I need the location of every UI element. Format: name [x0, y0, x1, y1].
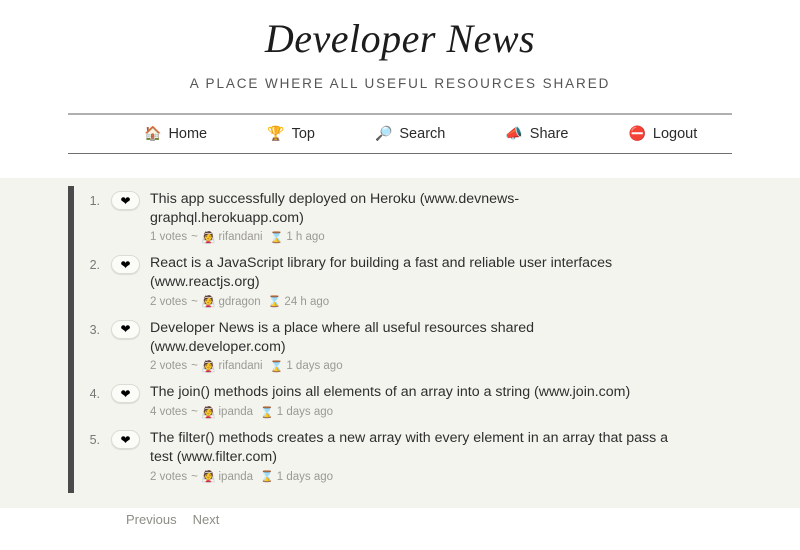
meta-separator: ~ [191, 406, 198, 419]
item-body: This app successfully deployed on Heroku… [148, 190, 748, 243]
heart-icon: ❤ [120, 432, 131, 447]
site-header: Developer News A place where all useful … [0, 0, 800, 91]
timestamp: 1 days ago [286, 360, 343, 373]
item-body: The filter() methods creates a new array… [148, 429, 748, 482]
news-list-item: 3. ❤ Developer News is a place where all u… [74, 319, 748, 383]
nav-item-label: Home [168, 126, 208, 142]
nav-item-label: Search [399, 126, 446, 142]
item-index: 3. [89, 322, 100, 337]
page-title: Developer News [264, 16, 536, 61]
item-index: 4. [89, 387, 100, 402]
next-page-link[interactable]: Next [193, 512, 220, 527]
upvote-button[interactable]: ❤ [111, 430, 140, 450]
upvote-button[interactable]: ❤ [111, 384, 140, 404]
person-icon: 👰 [201, 470, 216, 484]
upvote-button[interactable]: ❤ [111, 191, 140, 210]
item-title-link[interactable]: React is a JavaScript library for buildi… [150, 254, 670, 291]
meta-separator: ~ [191, 295, 198, 308]
item-title-link[interactable]: Developer News is a place where all usef… [150, 319, 670, 356]
previous-page-link[interactable]: Previous [126, 512, 177, 527]
author-link[interactable]: gdragon [219, 296, 261, 308]
vote-count: 4 votes [150, 406, 188, 419]
meta-separator: ~ [191, 360, 198, 373]
item-body: The join() methods joins all elements of… [148, 383, 748, 418]
nav-item-label: Top [291, 126, 315, 142]
item-meta: 2 votes ~ 👰 rifandani ⌛ 1 days ago [150, 360, 748, 372]
nav-item-search[interactable]: 🔎 Search [375, 126, 445, 142]
nav-item-label: Logout [652, 126, 698, 142]
item-index: 1. [89, 194, 100, 208]
person-icon: 👰 [201, 295, 216, 309]
item-meta: 2 votes ~ 👰 gdragon ⌛ 24 h ago [150, 296, 748, 308]
heart-icon: ❤ [120, 257, 131, 272]
item-meta: 1 votes ~ 👰 rifandani ⌛ 1 h ago [150, 231, 748, 243]
item-body: React is a JavaScript library for buildi… [148, 254, 748, 307]
upvote-button[interactable]: ❤ [111, 319, 140, 339]
heart-icon: ❤ [120, 193, 131, 208]
timestamp: 24 h ago [284, 295, 330, 308]
person-icon: 👰 [201, 405, 216, 419]
item-meta: 4 votes ~ 👰 ipanda ⌛ 1 days ago [150, 406, 748, 418]
author-link[interactable]: rifandani [219, 231, 263, 243]
nav-item-share[interactable]: 📣 Share [505, 126, 568, 142]
hourglass-icon: ⌛ [269, 359, 284, 373]
person-icon: 👰 [201, 359, 216, 373]
megaphone-icon: 📣 [505, 126, 523, 142]
item-body: Developer News is a place where all usef… [148, 319, 748, 372]
nav-item-label: Share [529, 126, 569, 142]
item-index: 5. [89, 433, 100, 448]
trophy-icon: 🏆 [267, 126, 285, 142]
hourglass-icon: ⌛ [260, 405, 274, 419]
house-icon: 🏠 [144, 126, 162, 142]
item-meta: 2 votes ~ 👰 ipanda ⌛ 1 days ago [150, 471, 748, 483]
vote-count: 2 votes [150, 360, 188, 373]
news-list-item: 4. ❤ The join() methods joins all elements… [74, 383, 748, 429]
news-list: 1. ❤ This app successfully deployed on Her… [74, 186, 748, 494]
vote-count: 2 votes [150, 470, 188, 483]
hourglass-icon: ⌛ [260, 470, 274, 484]
news-list-item: 5. ❤ The filter() methods creates a new ar… [74, 429, 748, 493]
page-subtitle: A place where all useful resources share… [189, 76, 611, 91]
nav-item-logout[interactable]: ⛔ Logout [628, 126, 697, 142]
content-band: 1. ❤ This app successfully deployed on Her… [0, 178, 800, 527]
main-navigation: 🏠 Home 🏆 Top 🔎 Search 📣 Share ⛔ Logout [68, 113, 732, 154]
author-link[interactable]: ipanda [219, 471, 254, 483]
news-list-item: 1. ❤ This app successfully deployed on Her… [74, 190, 748, 254]
no-entry-icon: ⛔ [628, 126, 646, 142]
item-index: 2. [89, 258, 100, 273]
timestamp: 1 days ago [276, 470, 334, 483]
meta-separator: ~ [191, 470, 198, 483]
upvote-button[interactable]: ❤ [111, 255, 140, 275]
vote-count: 1 votes [150, 231, 188, 244]
vote-count: 2 votes [150, 295, 188, 308]
timestamp: 1 h ago [286, 231, 325, 244]
heart-icon: ❤ [120, 322, 131, 337]
person-icon: 👰 [201, 230, 216, 244]
magnifying-glass-icon: 🔎 [374, 126, 393, 142]
item-title-link[interactable]: This app successfully deployed on Heroku… [150, 190, 670, 227]
meta-separator: ~ [191, 231, 198, 244]
pagination: Previous Next [74, 512, 748, 527]
author-link[interactable]: ipanda [219, 406, 254, 418]
hourglass-icon: ⌛ [267, 295, 282, 309]
timestamp: 1 days ago [276, 406, 334, 419]
item-title-link[interactable]: The join() methods joins all elements of… [150, 383, 670, 402]
news-list-item: 2. ❤ React is a JavaScript library for bui… [74, 254, 748, 318]
nav-item-top[interactable]: 🏆 Top [267, 126, 315, 142]
nav-item-home[interactable]: 🏠 Home [144, 126, 207, 142]
content-inner: 1. ❤ This app successfully deployed on Her… [68, 186, 748, 527]
item-title-link[interactable]: The filter() methods creates a new array… [150, 429, 670, 466]
hourglass-icon: ⌛ [269, 230, 284, 244]
author-link[interactable]: rifandani [219, 360, 263, 372]
heart-icon: ❤ [120, 386, 131, 401]
nav-list: 🏠 Home 🏆 Top 🔎 Search 📣 Share ⛔ Logout [68, 115, 732, 153]
